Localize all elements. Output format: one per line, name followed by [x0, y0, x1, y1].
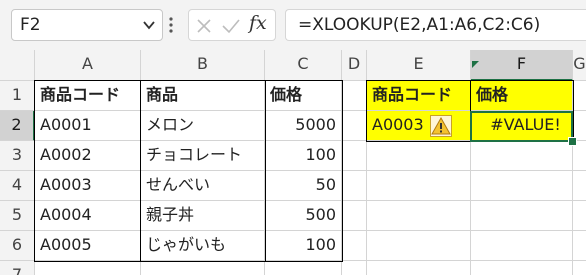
column-header-f[interactable]: F	[471, 50, 573, 81]
cell-e2-value: A0003	[372, 115, 424, 134]
cell-g5[interactable]	[573, 201, 586, 231]
row-header-1[interactable]: 1	[0, 81, 35, 111]
insert-function-icon[interactable]: fx	[249, 12, 267, 34]
cell-a4[interactable]: A0003	[35, 171, 141, 201]
cell-d2[interactable]	[342, 111, 367, 141]
formula-bar-area: F2 fx =XLOOKUP(E2,A1:A6,C2:C6)	[0, 0, 586, 50]
cell-d6[interactable]	[342, 231, 367, 261]
more-options-icon[interactable]	[168, 15, 174, 35]
cell-g4[interactable]	[573, 171, 586, 201]
formula-input[interactable]: =XLOOKUP(E2,A1:A6,C2:C6)	[285, 9, 586, 41]
cell-e3[interactable]	[367, 141, 471, 171]
cell-a3[interactable]: A0002	[35, 141, 141, 171]
cell-d4[interactable]	[342, 171, 367, 201]
column-header-b[interactable]: B	[141, 50, 265, 81]
cell-a1[interactable]: 商品コード	[35, 81, 141, 111]
cell-c4[interactable]: 50	[265, 171, 342, 201]
column-header-e[interactable]: E	[367, 50, 471, 81]
cell-e1[interactable]: 商品コード	[367, 81, 471, 111]
select-all-corner[interactable]	[0, 50, 35, 81]
cell-a5[interactable]: A0004	[35, 201, 141, 231]
cell-g1[interactable]	[573, 81, 586, 111]
cell-b6[interactable]: じゃがいも	[141, 231, 265, 261]
column-header-c[interactable]: C	[265, 50, 342, 81]
cell-b1[interactable]: 商品	[141, 81, 265, 111]
name-box-value: F2	[20, 15, 41, 35]
cell-c3[interactable]: 100	[265, 141, 342, 171]
cell-b4[interactable]: せんべい	[141, 171, 265, 201]
fill-handle[interactable]	[568, 137, 577, 146]
cell-g7[interactable]	[573, 261, 586, 275]
active-cell-outline	[470, 111, 573, 142]
row-header-2[interactable]: 2	[0, 111, 35, 141]
cell-c6[interactable]: 100	[265, 231, 342, 261]
column-header-d[interactable]: D	[342, 50, 367, 81]
spreadsheet-grid: A B C D E F G 1 2 3 4 5 6 7 商品コード 商品 価格 …	[0, 50, 586, 275]
warning-icon[interactable]	[429, 114, 452, 137]
row-header-5[interactable]: 5	[0, 201, 35, 231]
row-header-6[interactable]: 6	[0, 231, 35, 261]
cell-e4[interactable]	[367, 171, 471, 201]
cell-e5[interactable]	[367, 201, 471, 231]
cell-c7[interactable]	[265, 261, 342, 275]
cell-c1[interactable]: 価格	[265, 81, 342, 111]
enter-check-icon[interactable]	[221, 17, 241, 35]
cell-f3[interactable]	[471, 141, 573, 171]
formula-controls: fx	[188, 9, 276, 41]
cell-a7[interactable]	[35, 261, 141, 275]
row-header-7[interactable]: 7	[0, 261, 35, 275]
cell-a6[interactable]: A0005	[35, 231, 141, 261]
cell-a2[interactable]: A0001	[35, 111, 141, 141]
cell-b2[interactable]: メロン	[141, 111, 265, 141]
column-header-a[interactable]: A	[35, 50, 141, 81]
cell-d5[interactable]	[342, 201, 367, 231]
formula-text: =XLOOKUP(E2,A1:A6,C2:C6)	[298, 15, 541, 35]
cell-f7[interactable]	[471, 261, 573, 275]
chevron-down-icon[interactable]	[142, 18, 156, 32]
column-header-g[interactable]: G	[573, 50, 586, 81]
cell-d7[interactable]	[342, 261, 367, 275]
cell-e6[interactable]	[367, 231, 471, 261]
cell-d1[interactable]	[342, 81, 367, 111]
row-header-4[interactable]: 4	[0, 171, 35, 201]
cell-g6[interactable]	[573, 231, 586, 261]
cancel-icon[interactable]	[195, 17, 213, 35]
cell-c5[interactable]: 500	[265, 201, 342, 231]
cell-f4[interactable]	[471, 171, 573, 201]
cell-c2[interactable]: 5000	[265, 111, 342, 141]
cell-e7[interactable]	[367, 261, 471, 275]
cell-f6[interactable]	[471, 231, 573, 261]
cell-f5[interactable]	[471, 201, 573, 231]
name-box[interactable]: F2	[11, 9, 163, 41]
cell-f1[interactable]: 価格	[471, 81, 573, 111]
cell-e2[interactable]: A0003	[367, 111, 471, 141]
cell-d3[interactable]	[342, 141, 367, 171]
error-indicator	[472, 61, 479, 68]
cell-b3[interactable]: チョコレート	[141, 141, 265, 171]
cell-b5[interactable]: 親子丼	[141, 201, 265, 231]
row-header-3[interactable]: 3	[0, 141, 35, 171]
cell-b7[interactable]	[141, 261, 265, 275]
